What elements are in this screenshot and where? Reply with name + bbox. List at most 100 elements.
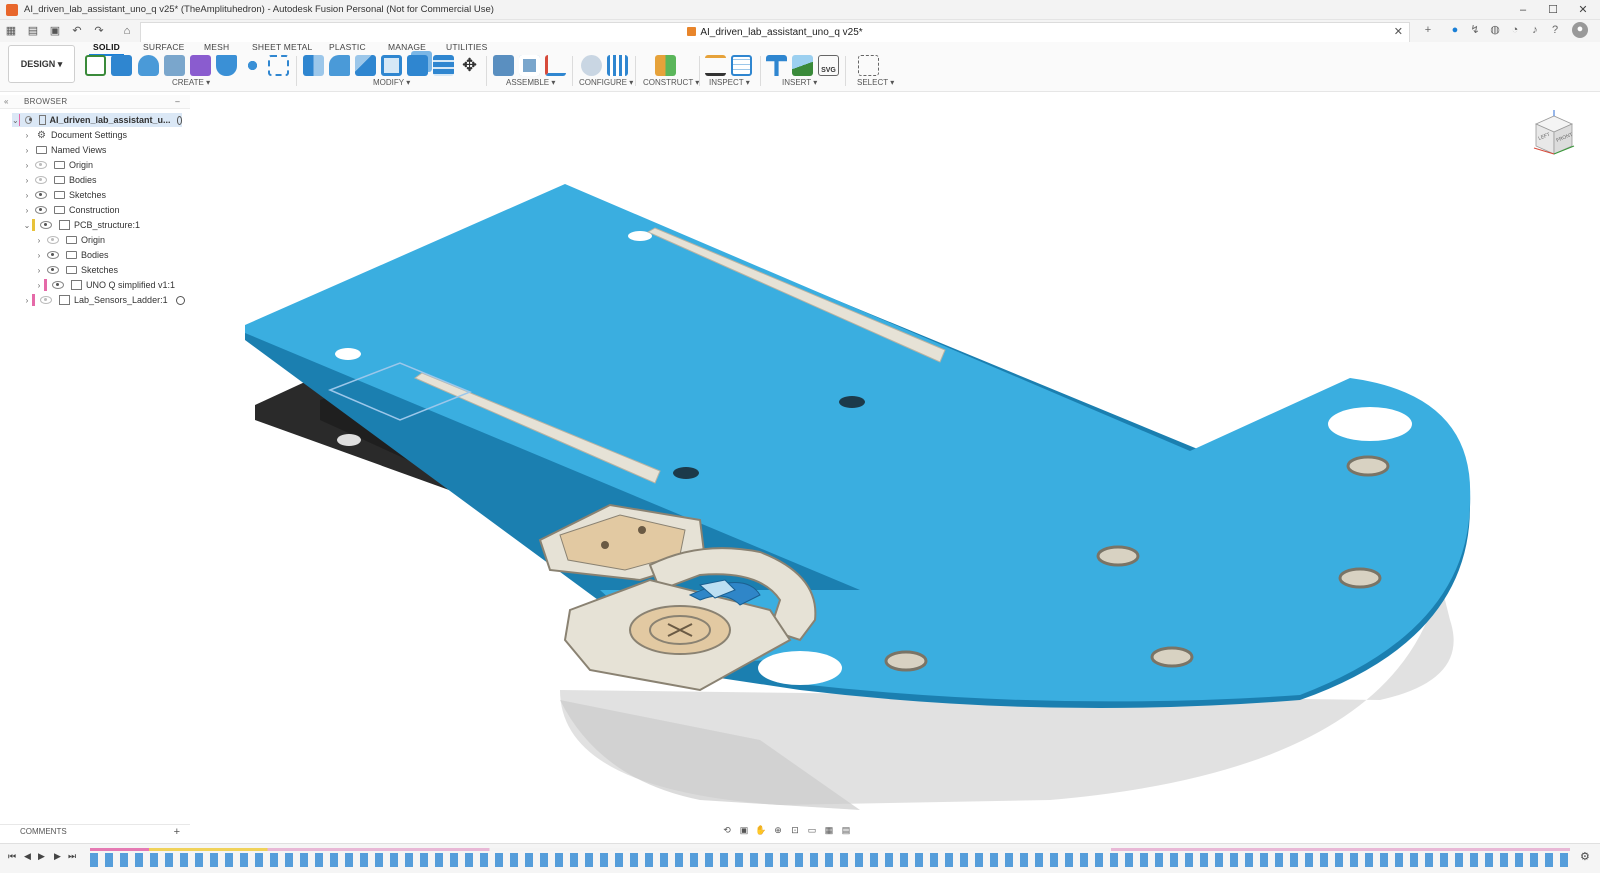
toolbar-divider (699, 56, 700, 86)
timeline-first-icon[interactable]: ⏮ (8, 851, 16, 862)
configuration-table-icon[interactable] (607, 55, 628, 76)
assemble-group-label[interactable]: ASSEMBLE ▾ (506, 78, 555, 87)
extensions-icon[interactable]: ● (1448, 23, 1462, 37)
new-tab-icon[interactable]: + (1421, 23, 1435, 37)
document-tab-label: AI_driven_lab_assistant_uno_q v25* (700, 27, 863, 38)
timeline-component-track (90, 848, 1570, 851)
fusion-app-icon (6, 3, 18, 16)
section-analysis-icon[interactable] (731, 55, 752, 76)
inspect-group-label[interactable]: INSPECT ▾ (709, 78, 750, 87)
document-cube-icon (687, 27, 697, 36)
minimize-button[interactable]: – (1508, 0, 1538, 20)
viewcube-widget[interactable]: LEFT FRONT (1526, 108, 1582, 162)
joint-icon[interactable] (519, 55, 540, 76)
maximize-button[interactable]: ☐ (1538, 0, 1568, 20)
toolbar-divider (635, 56, 636, 86)
tab-sheet-metal[interactable]: SHEET METAL (252, 42, 312, 53)
insert-derive-icon[interactable] (766, 55, 787, 76)
timeline-play-icon[interactable]: ▶ (38, 851, 45, 862)
pan-icon[interactable]: ✋ (754, 824, 768, 836)
mount-hole (335, 348, 361, 360)
split-body-icon[interactable] (433, 55, 454, 76)
select-group-label[interactable]: SELECT ▾ (857, 78, 894, 87)
timeline-next-icon[interactable]: ▶ (54, 851, 61, 862)
navigation-bar: ⟲ ▣ ✋ ⊕ ⊡ ▭ ▦ ▤ (720, 822, 853, 838)
configure-icon[interactable] (581, 55, 602, 76)
chamfer-icon[interactable] (355, 55, 376, 76)
fillet-icon[interactable] (329, 55, 350, 76)
toolbar-divider (572, 56, 573, 86)
construct-group-label[interactable]: CONSTRUCT ▾ (643, 78, 699, 87)
toolbar-divider (296, 56, 297, 86)
insert-svg-icon[interactable]: SVG (818, 55, 839, 76)
ribbon-toolbar: DESIGN ▾ SOLID SURFACE MESH SHEET METAL … (0, 42, 1600, 92)
timeline-previous-icon[interactable]: ◀ (24, 851, 31, 862)
3d-viewport[interactable] (0, 92, 1600, 822)
timeline-settings-icon[interactable]: ⚙ (1580, 850, 1590, 863)
rectangular-pattern-icon[interactable] (242, 55, 263, 76)
top-plate-large-hole (758, 651, 842, 685)
look-at-icon[interactable]: ▣ (737, 824, 751, 836)
toolbar-divider (760, 56, 761, 86)
offset-plane-icon[interactable] (655, 55, 676, 76)
window-title: AI_driven_lab_assistant_uno_q v25* (TheA… (24, 4, 494, 15)
document-tab[interactable]: AI_driven_lab_assistant_uno_q v25* ✕ (140, 22, 1410, 42)
canvas-icon[interactable] (792, 55, 813, 76)
shell-modify-icon[interactable] (381, 55, 402, 76)
tab-manage[interactable]: MANAGE (388, 42, 426, 53)
new-component-icon[interactable] (493, 55, 514, 76)
mount-hole (839, 396, 865, 408)
display-settings-icon[interactable]: ▭ (805, 824, 819, 836)
home-icon[interactable]: ⌂ (120, 24, 134, 38)
toolbar-divider (486, 56, 487, 86)
grid-settings-icon[interactable]: ▦ (822, 824, 836, 836)
user-avatar[interactable]: ● (1572, 22, 1588, 38)
bell-icon[interactable]: ♪ (1528, 23, 1542, 37)
tab-surface[interactable]: SURFACE (143, 42, 185, 53)
timeline-last-icon[interactable]: ⏭ (68, 851, 76, 862)
orbit-icon[interactable]: ⟲ (720, 824, 734, 836)
add-comment-button[interactable]: + (174, 826, 180, 838)
help-icon[interactable]: ? (1548, 23, 1562, 37)
app-grid-icon[interactable]: ▦ (4, 24, 18, 38)
select-window-icon[interactable] (858, 55, 879, 76)
fit-icon[interactable]: ⊡ (788, 824, 802, 836)
revolve-icon[interactable] (138, 55, 159, 76)
configure-group-label[interactable]: CONFIGURE ▾ (579, 78, 633, 87)
comments-label: COMMENTS (20, 827, 67, 836)
zoom-icon[interactable]: ⊕ (771, 824, 785, 836)
close-window-button[interactable]: ✕ (1568, 0, 1598, 20)
document-tab-row: ▦ ▤ ▣ ↶ ↷ ⌂ AI_driven_lab_assistant_uno_… (0, 20, 1600, 42)
move-copy-icon[interactable]: ✥ (459, 55, 480, 76)
viewports-icon[interactable]: ▤ (839, 824, 853, 836)
timeline-feature-markers[interactable] (90, 853, 1570, 867)
file-menu-icon[interactable]: ▤ (26, 24, 40, 38)
close-tab-icon[interactable]: ✕ (1394, 23, 1403, 42)
save-icon[interactable]: ▣ (48, 24, 62, 38)
redo-icon[interactable]: ↷ (92, 24, 106, 38)
press-pull-icon[interactable] (303, 55, 324, 76)
undo-icon[interactable]: ↶ (70, 24, 84, 38)
shell-icon[interactable] (216, 55, 237, 76)
combine-icon[interactable] (407, 55, 428, 76)
tab-mesh[interactable]: MESH (204, 42, 229, 53)
network-icon[interactable]: ◍ (1488, 23, 1502, 37)
tab-utilities[interactable]: UTILITIES (446, 42, 487, 53)
job-status-icon[interactable]: ↯ (1468, 23, 1482, 37)
create-group-label[interactable]: CREATE ▾ (172, 78, 210, 87)
tab-plastic[interactable]: PLASTIC (329, 42, 366, 53)
dark-plate-hole (337, 434, 361, 446)
workspace-switcher-button[interactable]: DESIGN ▾ (8, 45, 75, 83)
as-built-joint-icon[interactable] (545, 55, 566, 76)
notifications-icon[interactable]: ◔ (1508, 23, 1522, 37)
top-plate-large-hole (1328, 407, 1412, 441)
create-sketch-icon[interactable] (85, 55, 106, 76)
insert-group-label[interactable]: INSERT ▾ (782, 78, 817, 87)
hole-icon[interactable] (164, 55, 185, 76)
modify-group-label[interactable]: MODIFY ▾ (373, 78, 410, 87)
measure-icon[interactable] (705, 55, 726, 76)
mirror-icon[interactable] (268, 55, 289, 76)
extrude-icon[interactable] (111, 55, 132, 76)
pattern-icon[interactable] (190, 55, 211, 76)
tab-solid[interactable]: SOLID (89, 42, 124, 56)
